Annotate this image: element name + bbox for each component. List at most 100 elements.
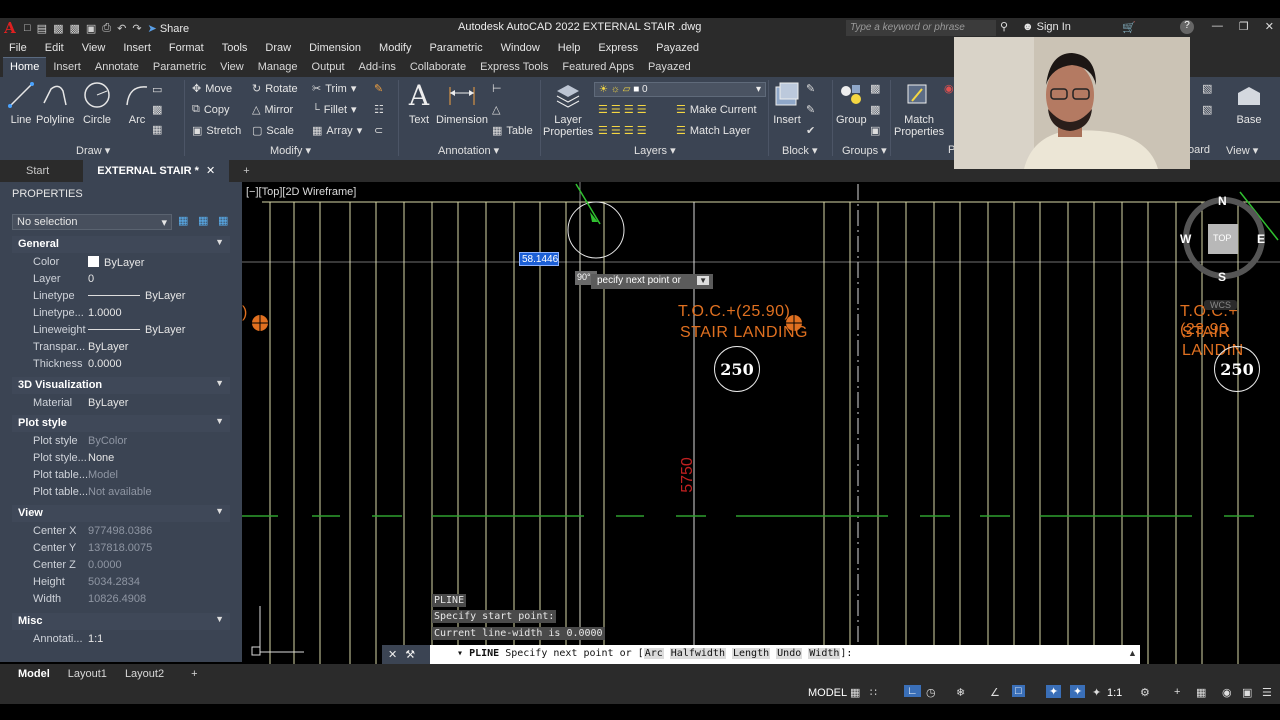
- prop-row[interactable]: Center Z 0.0000: [12, 557, 230, 574]
- offset-icon[interactable]: ⊂: [374, 124, 383, 137]
- prop-row[interactable]: Material ByLayer: [12, 395, 230, 412]
- prop-row[interactable]: Linetype... 1.0000: [12, 305, 230, 322]
- save-icon[interactable]: ▩: [53, 22, 63, 35]
- viewcube-west[interactable]: W: [1180, 232, 1191, 246]
- tab-collaborate[interactable]: Collaborate: [403, 58, 473, 77]
- explode-icon[interactable]: ☷: [374, 103, 384, 116]
- menu-dimension[interactable]: Dimension: [309, 42, 361, 54]
- paste-icon[interactable]: ▧: [1202, 82, 1212, 95]
- menu-help[interactable]: Help: [558, 42, 581, 54]
- auto-scale-icon[interactable]: ✦: [1070, 685, 1086, 698]
- make-current-button[interactable]: ☰ Make Current: [676, 103, 757, 117]
- copy-clip-icon[interactable]: ▧: [1202, 103, 1212, 116]
- rectangle-icon[interactable]: ▭: [152, 83, 162, 96]
- polyline-button[interactable]: Polyline: [36, 80, 75, 126]
- arc-button[interactable]: Arc: [122, 80, 152, 126]
- fillet-button[interactable]: └ Fillet ▾: [312, 103, 357, 117]
- group-selection-icon[interactable]: ▣: [870, 124, 880, 137]
- ortho-icon[interactable]: ∟: [904, 685, 921, 697]
- wcs-menu[interactable]: WCS: [1204, 300, 1237, 310]
- annotation-monitor-icon[interactable]: +: [1174, 686, 1180, 698]
- tab-parametric[interactable]: Parametric: [146, 58, 213, 77]
- menu-draw[interactable]: Draw: [265, 42, 291, 54]
- menu-parametric[interactable]: Parametric: [429, 42, 482, 54]
- menu-edit[interactable]: Edit: [45, 42, 64, 54]
- tab-express-tools[interactable]: Express Tools: [473, 58, 555, 77]
- grid-icon[interactable]: ▦: [850, 686, 860, 699]
- move-button[interactable]: ✥ Move: [192, 82, 232, 96]
- viewcube-top[interactable]: TOP: [1213, 233, 1231, 243]
- section-3d-visualization[interactable]: 3D Visualization ▼: [12, 377, 230, 394]
- erase-icon[interactable]: ✎: [374, 82, 383, 95]
- tab-insert[interactable]: Insert: [46, 58, 88, 77]
- layers-panel-label[interactable]: Layers ▾: [634, 144, 676, 157]
- groups-panel-label[interactable]: Groups ▾: [842, 144, 887, 157]
- plot-icon[interactable]: ⎙: [102, 22, 111, 35]
- draw-panel-label[interactable]: Draw ▾: [76, 144, 110, 157]
- line-button[interactable]: Line: [6, 80, 36, 126]
- prop-row[interactable]: Transpar... ByLayer: [12, 339, 230, 356]
- workspace-gear-icon[interactable]: ⚙: [1140, 686, 1150, 699]
- customize-icon[interactable]: ⚒: [405, 648, 415, 661]
- gradient-icon[interactable]: ▦: [152, 123, 162, 136]
- toggle-pickadd-icon[interactable]: ▦: [178, 214, 188, 227]
- prop-row[interactable]: Center X 977498.0386: [12, 523, 230, 540]
- tab-view[interactable]: View: [213, 58, 251, 77]
- web-mobile-icon[interactable]: ▣: [86, 22, 96, 35]
- select-objects-icon[interactable]: ▦: [198, 214, 208, 227]
- menu-insert[interactable]: Insert: [123, 42, 151, 54]
- dynamic-input-field[interactable]: 58.1446: [519, 252, 559, 266]
- rotate-button[interactable]: ↻ Rotate: [252, 82, 298, 96]
- mirror-button[interactable]: △ Mirror: [252, 103, 293, 117]
- tab-add-ins[interactable]: Add-ins: [352, 58, 403, 77]
- open-file-icon[interactable]: ▤: [37, 22, 47, 35]
- share-button[interactable]: ➤ Share: [148, 22, 190, 35]
- tab-start[interactable]: Start: [0, 160, 83, 182]
- help-icon[interactable]: ?: [1180, 20, 1194, 34]
- tab-featured-apps[interactable]: Featured Apps: [555, 58, 641, 77]
- ungroup-icon[interactable]: ▩: [870, 82, 880, 95]
- model-space-button[interactable]: MODEL: [808, 687, 847, 699]
- annotation-scale-icon[interactable]: ✦: [1092, 686, 1101, 699]
- prop-row[interactable]: Plot style ByColor: [12, 433, 230, 450]
- drawing-canvas[interactable]: [242, 182, 1280, 664]
- units-icon[interactable]: ▦: [1196, 686, 1206, 699]
- prop-row[interactable]: Width 10826.4908: [12, 591, 230, 608]
- layer-properties-button[interactable]: Layer Properties: [543, 80, 593, 138]
- undo-icon[interactable]: ↶: [117, 22, 126, 35]
- menu-window[interactable]: Window: [501, 42, 540, 54]
- cart-icon[interactable]: 🛒: [1122, 21, 1136, 34]
- menu-modify[interactable]: Modify: [379, 42, 411, 54]
- restore-icon[interactable]: ❐: [1239, 20, 1249, 33]
- group-button[interactable]: Group: [836, 80, 867, 126]
- close-icon[interactable]: ✕: [1265, 20, 1274, 33]
- section-misc[interactable]: Misc ▼: [12, 613, 230, 630]
- save-as-icon[interactable]: ▩: [69, 22, 79, 35]
- group-edit-icon[interactable]: ▩: [870, 103, 880, 116]
- block-attribute-icon[interactable]: ✔: [806, 124, 815, 137]
- base-view-button[interactable]: Base: [1234, 80, 1264, 126]
- prop-row[interactable]: Annotati... 1:1: [12, 631, 230, 648]
- minimize-icon[interactable]: —: [1212, 20, 1223, 33]
- scale-button[interactable]: ▢ Scale: [252, 124, 294, 138]
- section-plot-style[interactable]: Plot style ▼: [12, 415, 230, 432]
- isolate-objects-icon[interactable]: ◉: [1222, 686, 1232, 699]
- array-button[interactable]: ▦ Array ▾: [312, 124, 362, 138]
- object-snap-icon[interactable]: □: [1012, 685, 1025, 697]
- viewcube-east[interactable]: E: [1257, 232, 1265, 246]
- tab-annotate[interactable]: Annotate: [88, 58, 146, 77]
- circle-button[interactable]: Circle: [82, 80, 112, 126]
- option-width[interactable]: Width: [808, 648, 841, 659]
- prop-row[interactable]: Plot table... Model: [12, 467, 230, 484]
- options-arrow-icon[interactable]: ▼: [697, 276, 709, 285]
- section-general[interactable]: General ▼: [12, 236, 230, 253]
- selection-dropdown[interactable]: No selection ▾: [12, 214, 172, 230]
- command-prompt[interactable]: ▾ PLINE Specify next point or [Arc Halfw…: [457, 648, 852, 659]
- color-wheel-icon[interactable]: ◉: [944, 82, 954, 95]
- leader-icon[interactable]: ⊢: [492, 82, 502, 95]
- menu-express[interactable]: Express: [598, 42, 638, 54]
- menu-payazed[interactable]: Payazed: [656, 42, 699, 54]
- prop-row[interactable]: Height 5034.2834: [12, 574, 230, 591]
- fullscreen-icon[interactable]: ▣: [1242, 686, 1252, 699]
- app-logo-icon[interactable]: A: [0, 18, 20, 38]
